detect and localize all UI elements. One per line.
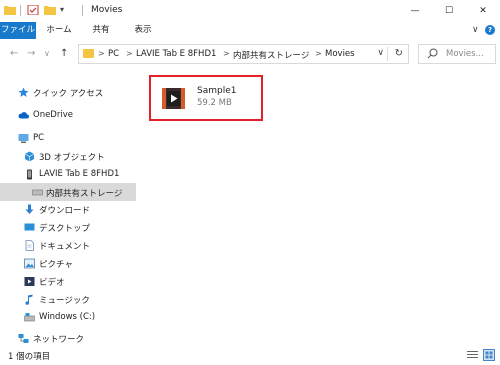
document-icon: [25, 240, 34, 251]
sidebar-item-pictures[interactable]: ピクチャ: [0, 255, 136, 272]
window-title: Movies: [91, 5, 123, 15]
forward-button[interactable]: →: [27, 48, 35, 59]
customize-quick-access-icon[interactable]: ▾: [60, 5, 64, 14]
sidebar-item-documents[interactable]: ドキュメント: [0, 237, 136, 254]
pc-icon: [18, 134, 29, 143]
sidebar-item-quick-access[interactable]: クイック アクセス: [0, 84, 136, 101]
maximize-button[interactable]: ☐: [432, 0, 466, 22]
up-button[interactable]: ↑: [60, 48, 68, 59]
breadcrumb-pc[interactable]: PC: [108, 49, 119, 59]
tab-share[interactable]: 共有: [86, 22, 116, 39]
breadcrumb-movies[interactable]: Movies: [325, 49, 355, 59]
search-input[interactable]: Movies...: [418, 44, 496, 64]
help-icon[interactable]: ?: [485, 25, 495, 35]
file-size: 59.2 MB: [197, 98, 232, 108]
file-item[interactable]: Sample1 59.2 MB: [149, 75, 263, 121]
search-icon: [427, 48, 438, 59]
sidebar-item-windows-c[interactable]: Windows (C:): [0, 309, 136, 326]
cube-icon: [24, 151, 35, 162]
search-placeholder: Movies...: [446, 49, 484, 59]
sidebar-item-desktop[interactable]: デスクトップ: [0, 219, 136, 236]
download-icon: [25, 204, 34, 214]
large-icons-view-icon[interactable]: [483, 349, 495, 361]
breadcrumb-separator: >: [98, 49, 105, 58]
breadcrumb-separator: >: [126, 49, 133, 58]
item-count: 1 個の項目: [8, 352, 51, 362]
file-name: Sample1: [197, 86, 237, 96]
video-icon: [24, 277, 35, 286]
breadcrumb-device[interactable]: LAVIE Tab E 8FHD1: [136, 49, 216, 59]
minimize-button[interactable]: —: [398, 0, 432, 22]
drive-icon: [24, 313, 35, 322]
breadcrumb-separator: >: [315, 49, 322, 58]
ribbon-tabs: ファイル ホーム 共有 表示 ∨ ?: [0, 22, 500, 39]
cloud-icon: [18, 112, 29, 119]
star-icon: [18, 87, 29, 97]
divider: [82, 5, 83, 16]
divider: [20, 5, 21, 16]
desktop-icon: [24, 223, 35, 231]
sidebar-item-downloads[interactable]: ダウンロード: [0, 201, 136, 218]
properties-icon[interactable]: [27, 5, 39, 15]
divider: [387, 47, 388, 61]
storage-icon: [32, 189, 43, 196]
breadcrumb-storage[interactable]: 内部共有ストレージ: [233, 49, 309, 61]
back-button[interactable]: ←: [10, 48, 18, 59]
address-row: ← → ∨ ↑ > PC > LAVIE Tab E 8FHD1 > 内部共有ス…: [0, 39, 500, 71]
status-bar: 1 個の項目: [0, 345, 500, 365]
tab-home[interactable]: ホーム: [44, 22, 74, 39]
address-dropdown-icon[interactable]: ∨: [377, 48, 384, 58]
sidebar-item-onedrive[interactable]: OneDrive: [0, 107, 136, 124]
sidebar-item-internal-storage[interactable]: 内部共有ストレージ: [0, 183, 136, 201]
folder-icon: [4, 6, 16, 15]
picture-icon: [24, 258, 35, 269]
close-button[interactable]: ✕: [466, 0, 500, 22]
details-view-icon[interactable]: [467, 350, 478, 360]
tablet-icon: [27, 169, 32, 180]
sidebar-item-3d-objects[interactable]: 3D オブジェクト: [0, 148, 136, 165]
sidebar-item-music[interactable]: ミュージック: [0, 291, 136, 308]
network-icon: [18, 334, 29, 343]
expand-ribbon-icon[interactable]: ∨: [472, 25, 479, 35]
navigation-pane: クイック アクセス OneDrive PC 3D オブジェクト LAVIE Ta…: [0, 73, 136, 345]
address-bar[interactable]: > PC > LAVIE Tab E 8FHD1 > 内部共有ストレージ > M…: [78, 44, 409, 64]
file-list: Sample1 59.2 MB: [137, 73, 500, 345]
new-folder-icon[interactable]: [44, 5, 56, 15]
tab-view[interactable]: 表示: [128, 22, 158, 39]
recent-locations-button[interactable]: ∨: [44, 49, 50, 58]
sidebar-item-videos[interactable]: ビデオ: [0, 273, 136, 290]
tab-file[interactable]: ファイル: [0, 22, 36, 39]
video-file-icon: [162, 88, 185, 109]
music-icon: [25, 294, 33, 305]
breadcrumb-separator: >: [223, 49, 230, 58]
sidebar-item-pc[interactable]: PC: [0, 130, 136, 147]
sidebar-item-tablet[interactable]: LAVIE Tab E 8FHD1: [0, 166, 136, 183]
folder-icon: [83, 49, 94, 58]
title-bar: ▾ Movies — ☐ ✕: [0, 0, 500, 22]
refresh-button[interactable]: ↻: [395, 48, 403, 59]
